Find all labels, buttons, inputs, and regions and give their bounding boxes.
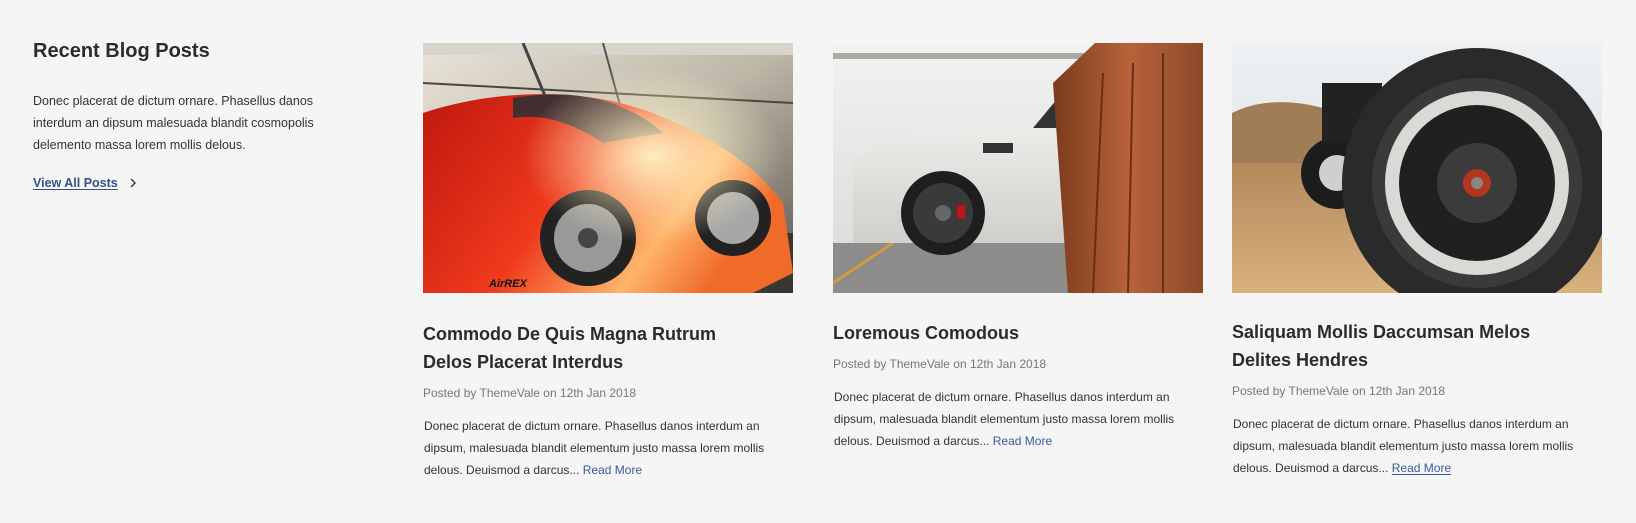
post-excerpt: Donec placerat de dictum ornare. Phasell… [833, 386, 1203, 452]
post-title-line-1: Commodo De Quis Magna Rutrum [423, 324, 717, 344]
post-excerpt: Donec placerat de dictum ornare. Phasell… [1232, 413, 1602, 479]
recent-blog-posts-section: Recent Blog Posts Donec placerat de dict… [0, 0, 1636, 523]
read-more-link[interactable]: Read More [1392, 461, 1451, 475]
blog-post-card: Loremous Comodous Posted by ThemeVale on… [833, 43, 1203, 452]
read-more-link[interactable]: Read More [583, 463, 642, 477]
section-title: Recent Blog Posts [33, 40, 210, 62]
blog-post-card: AirREX Commodo De Quis Magna Rutrum Delo… [423, 43, 793, 481]
post-thumbnail-white-suv[interactable] [833, 43, 1203, 293]
post-excerpt: Donec placerat de dictum ornare. Phasell… [423, 415, 793, 481]
svg-text:AirREX: AirREX [488, 278, 528, 290]
offroad-tire-image [1232, 43, 1602, 293]
post-meta: Posted by ThemeVale on 12th Jan 2018 [833, 357, 1047, 371]
red-sports-car-image: AirREX [423, 43, 793, 293]
read-more-link[interactable]: Read More [993, 434, 1052, 448]
white-suv-image [833, 43, 1203, 293]
chevron-right-icon [127, 177, 139, 189]
post-title-line-1: Loremous Comodous [833, 323, 1020, 343]
view-all-posts-link[interactable]: View All Posts [33, 176, 139, 190]
intro-column: Recent Blog Posts Donec placerat de dict… [33, 38, 323, 192]
post-thumbnail-red-sports-car[interactable]: AirREX [423, 43, 793, 293]
post-title[interactable]: Loremous Comodous [833, 319, 1203, 347]
post-title[interactable]: Commodo De Quis Magna Rutrum Delos Place… [423, 320, 793, 376]
post-title[interactable]: Saliquam Mollis Daccumsan Melos Delites … [1232, 318, 1602, 374]
post-meta: Posted by ThemeVale on 12th Jan 2018 [423, 386, 637, 400]
post-meta: Posted by ThemeVale on 12th Jan 2018 [1232, 384, 1446, 398]
post-title-line-2: Delites Hendres [1232, 350, 1369, 370]
section-description: Donec placerat de dictum ornare. Phasell… [33, 94, 314, 152]
post-title-line-2: Delos Placerat Interdus [423, 352, 624, 372]
view-all-posts-label: View All Posts [33, 176, 118, 190]
blog-post-card: Saliquam Mollis Daccumsan Melos Delites … [1232, 43, 1602, 479]
post-thumbnail-offroad-tire[interactable] [1232, 43, 1602, 293]
post-title-line-1: Saliquam Mollis Daccumsan Melos [1232, 322, 1531, 342]
